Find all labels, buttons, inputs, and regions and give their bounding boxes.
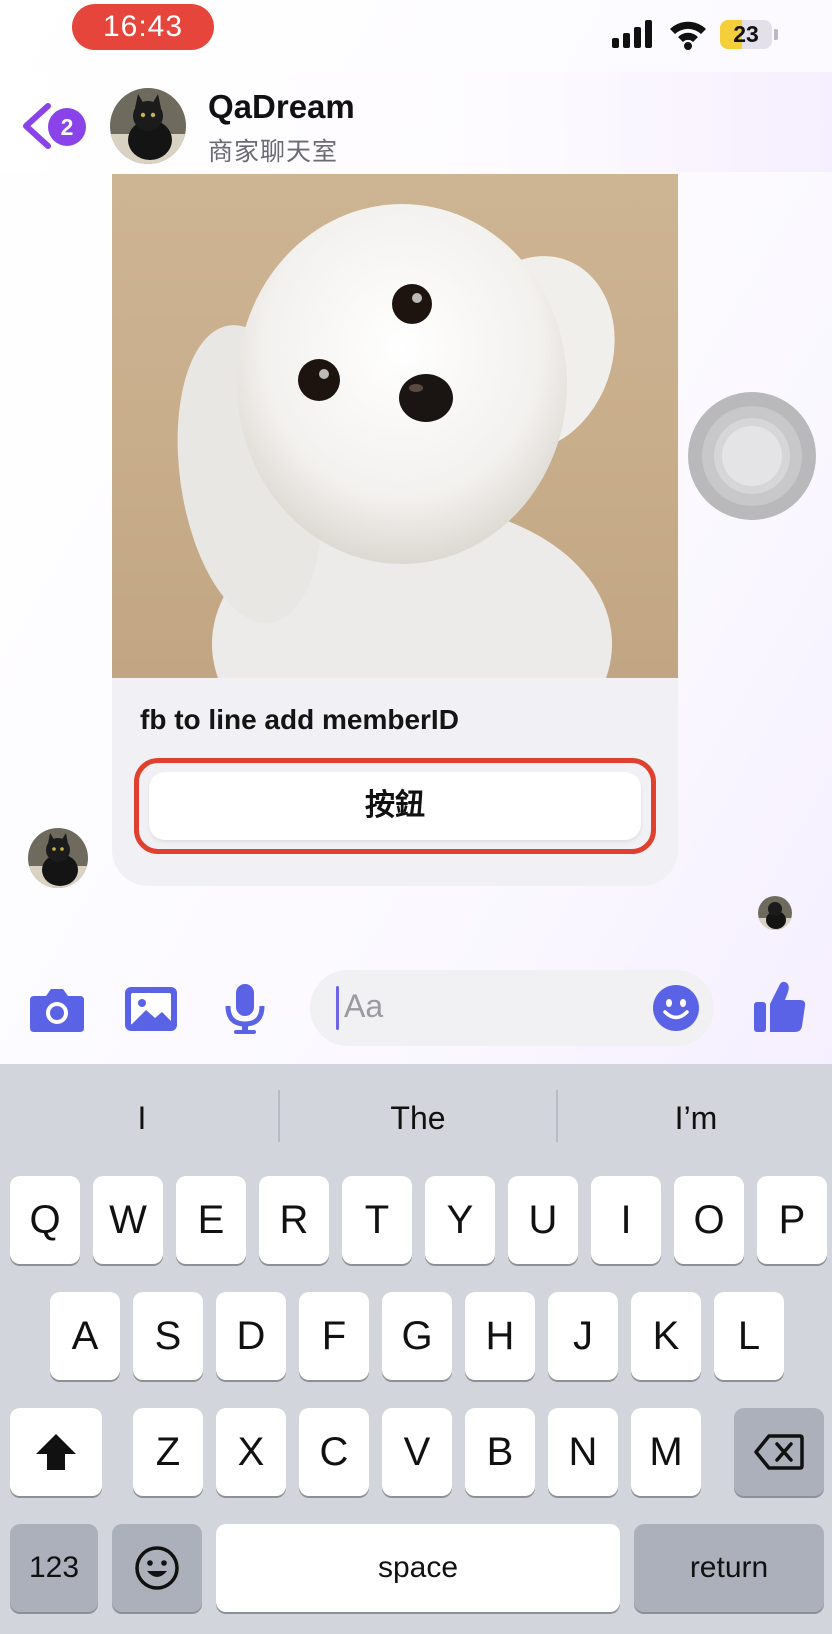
- key-o[interactable]: O: [674, 1176, 744, 1264]
- key-m[interactable]: M: [631, 1408, 701, 1496]
- key-v[interactable]: V: [382, 1408, 452, 1496]
- status-time: 16:43: [72, 4, 214, 50]
- suggestion-2[interactable]: The: [280, 1100, 556, 1137]
- key-c[interactable]: C: [299, 1408, 369, 1496]
- card-title: fb to line add memberID: [140, 704, 459, 735]
- read-receipt-avatar: [758, 896, 792, 930]
- key-b[interactable]: B: [465, 1408, 535, 1496]
- key-q[interactable]: Q: [10, 1176, 80, 1264]
- shift-icon: [36, 1434, 76, 1470]
- camera-icon[interactable]: [28, 984, 86, 1034]
- key-j[interactable]: J: [548, 1292, 618, 1380]
- message-input[interactable]: Aa: [310, 970, 714, 1046]
- cellular-signal-icon: [612, 20, 652, 48]
- backspace-icon: [754, 1434, 804, 1470]
- chat-header: 2 QaDream 商家聊天室: [0, 72, 832, 172]
- keyboard-emoji-icon: [135, 1546, 179, 1590]
- battery-indicator: 23: [720, 20, 778, 49]
- key-u[interactable]: U: [508, 1176, 578, 1264]
- space-key[interactable]: space: [216, 1524, 620, 1612]
- key-r[interactable]: R: [259, 1176, 329, 1264]
- key-y[interactable]: Y: [425, 1176, 495, 1264]
- image-icon[interactable]: [122, 984, 180, 1034]
- key-t[interactable]: T: [342, 1176, 412, 1264]
- message-input-placeholder: Aa: [344, 988, 384, 1024]
- keyboard-emoji-key[interactable]: [112, 1524, 202, 1612]
- keyboard: I The I’m Q W E R T Y U I O P A S D F G …: [0, 1064, 832, 1634]
- key-s[interactable]: S: [133, 1292, 203, 1380]
- suggestion-1[interactable]: I: [4, 1100, 280, 1137]
- key-p[interactable]: P: [757, 1176, 827, 1264]
- wifi-icon: [670, 21, 706, 50]
- key-a[interactable]: A: [50, 1292, 120, 1380]
- sender-avatar[interactable]: [28, 828, 88, 888]
- avatar[interactable]: [110, 88, 186, 164]
- key-f[interactable]: F: [299, 1292, 369, 1380]
- shift-key[interactable]: [10, 1408, 102, 1496]
- highlighted-button-outline: 按鈕: [134, 758, 656, 854]
- thumbs-up-icon[interactable]: [752, 978, 808, 1034]
- microphone-icon[interactable]: [216, 984, 274, 1034]
- messenger-screen: 16:43 23 2 QaDream 商家聊天室 fb to line add …: [0, 0, 832, 1634]
- key-l[interactable]: L: [714, 1292, 784, 1380]
- backspace-key[interactable]: [734, 1408, 824, 1496]
- key-z[interactable]: Z: [133, 1408, 203, 1496]
- numbers-key[interactable]: 123: [10, 1524, 98, 1612]
- card-action-button[interactable]: 按鈕: [149, 772, 641, 840]
- card-image[interactable]: [112, 174, 678, 784]
- chat-subtitle: 商家聊天室: [208, 138, 339, 166]
- unread-count-badge[interactable]: 2: [48, 108, 86, 146]
- key-h[interactable]: H: [465, 1292, 535, 1380]
- chat-title: QaDream: [208, 88, 355, 125]
- assistive-touch-icon[interactable]: [688, 392, 816, 520]
- key-i[interactable]: I: [591, 1176, 661, 1264]
- emoji-icon[interactable]: [652, 984, 700, 1032]
- message-card: fb to line add memberID 按鈕: [112, 174, 678, 886]
- key-w[interactable]: W: [93, 1176, 163, 1264]
- key-k[interactable]: K: [631, 1292, 701, 1380]
- battery-level: 23: [733, 21, 759, 47]
- key-x[interactable]: X: [216, 1408, 286, 1496]
- return-key[interactable]: return: [634, 1524, 824, 1612]
- key-e[interactable]: E: [176, 1176, 246, 1264]
- key-g[interactable]: G: [382, 1292, 452, 1380]
- suggestion-3[interactable]: I’m: [558, 1100, 832, 1137]
- key-d[interactable]: D: [216, 1292, 286, 1380]
- key-n[interactable]: N: [548, 1408, 618, 1496]
